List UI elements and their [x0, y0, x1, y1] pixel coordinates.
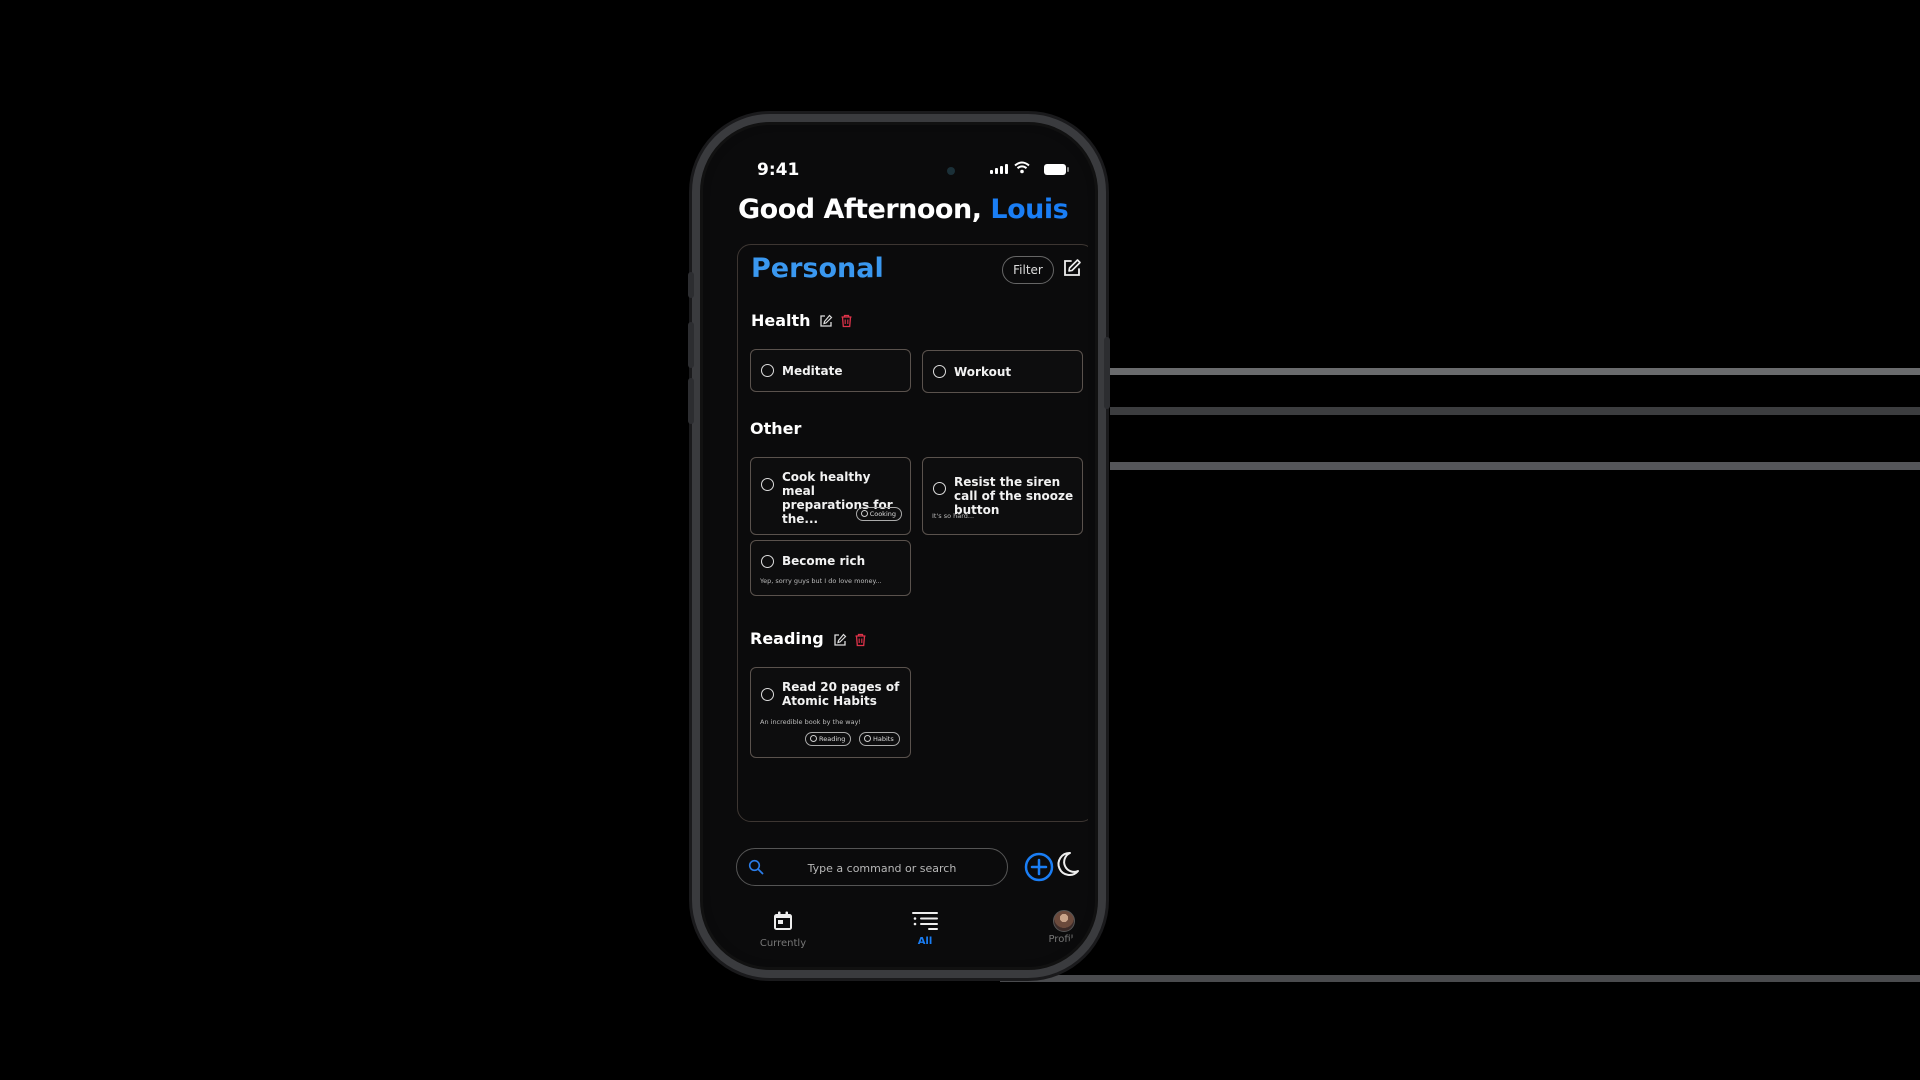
task-checkbox[interactable] [933, 482, 946, 495]
task-card[interactable]: Resist the siren call of the snooze butt… [922, 457, 1083, 535]
search-input[interactable] [775, 855, 989, 881]
group-title-health: Health [751, 311, 811, 330]
greeting-text: Good Afternoon, [738, 194, 982, 225]
add-task-button[interactable] [1024, 852, 1054, 882]
tab-profile[interactable]: Profile [1024, 910, 1088, 945]
task-tag[interactable]: Habits [859, 732, 900, 746]
task-card[interactable]: Cook healthy meal preparations for the..… [750, 457, 911, 535]
volume-down-button [688, 378, 694, 424]
command-search-bar[interactable] [736, 848, 1008, 886]
signal-icon [990, 164, 1008, 174]
task-checkbox[interactable] [761, 555, 774, 568]
background-stripe [1110, 407, 1920, 415]
task-title: Workout [954, 365, 1012, 379]
user-name: Louis [990, 194, 1069, 225]
task-card[interactable]: Meditate [750, 349, 911, 392]
task-tag[interactable]: Cooking [855, 507, 902, 521]
edit-group-icon[interactable] [819, 314, 833, 328]
task-title: Become rich [782, 554, 866, 568]
tag-label: Habits [873, 735, 894, 743]
tab-bar: Currently All Profile [710, 910, 1088, 960]
task-title: Meditate [782, 364, 843, 378]
background-stripe [1110, 368, 1920, 375]
status-time: 9:41 [757, 160, 800, 180]
moon-icon[interactable] [1054, 851, 1080, 879]
task-checkbox[interactable] [761, 478, 774, 491]
tab-label: All [917, 936, 933, 947]
task-checkbox[interactable] [933, 365, 946, 378]
group-title-reading: Reading [750, 629, 824, 648]
delete-group-icon[interactable] [840, 314, 853, 328]
edit-list-icon[interactable] [1062, 258, 1082, 278]
task-card[interactable]: Workout [922, 350, 1083, 393]
edit-group-icon[interactable] [833, 633, 847, 647]
list-panel: Personal Filter Health Meditate Workout … [737, 244, 1088, 822]
battery-icon [1044, 164, 1069, 175]
volume-up-button [688, 322, 694, 368]
tab-label: Profile [1048, 934, 1080, 945]
tab-label: Currently [759, 938, 807, 949]
phone-frame: 9:41 Good Afternoon, Louis Personal Filt… [688, 114, 1110, 978]
action-button [688, 272, 694, 298]
greeting: Good Afternoon, Louis [738, 194, 1069, 225]
list-title: Personal [751, 253, 884, 284]
calendar-icon [774, 911, 792, 930]
background-stripe [1110, 462, 1920, 470]
task-card[interactable]: Read 20 pages of Atomic Habits An incred… [750, 667, 911, 758]
task-checkbox[interactable] [761, 688, 774, 701]
wifi-icon [1014, 161, 1030, 174]
list-icon [912, 912, 938, 930]
background-stripe [1000, 975, 1920, 982]
task-title: Read 20 pages of Atomic Habits [782, 680, 900, 708]
task-note: Yep, sorry guys but I do love money... [760, 577, 882, 585]
tab-currently[interactable]: Currently [743, 910, 823, 949]
task-checkbox[interactable] [761, 364, 774, 377]
filter-button[interactable]: Filter [1002, 256, 1054, 284]
group-title-other: Other [750, 419, 802, 438]
avatar [1053, 910, 1075, 932]
camera-dot [947, 167, 955, 175]
task-note: An incredible book by the way! [760, 718, 862, 726]
delete-group-icon[interactable] [854, 633, 867, 647]
task-tag[interactable]: Reading [805, 732, 852, 746]
tag-label: Reading [819, 735, 846, 743]
power-button [1104, 337, 1110, 409]
search-icon [748, 859, 764, 875]
task-note: It's so hard... [932, 512, 975, 520]
app-screen: 9:41 Good Afternoon, Louis Personal Filt… [710, 132, 1088, 960]
status-bar: 9:41 [710, 160, 1088, 184]
tab-all[interactable]: All [885, 910, 965, 947]
task-card[interactable]: Become rich Yep, sorry guys but I do lov… [750, 540, 911, 596]
task-title: Resist the siren call of the snooze butt… [954, 475, 1074, 517]
tag-label: Cooking [869, 510, 896, 518]
